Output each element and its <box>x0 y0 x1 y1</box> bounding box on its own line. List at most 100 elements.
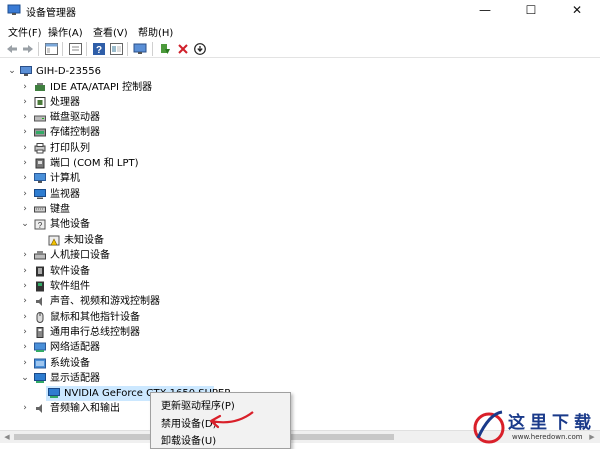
forward-arrow-icon[interactable] <box>20 41 36 57</box>
svg-text:?: ? <box>38 221 43 230</box>
tree-item-label: 音频输入和输出 <box>50 403 120 414</box>
chevron-right-icon[interactable]: › <box>20 157 30 169</box>
tree-item-ide[interactable]: › IDE ATA/ATAPI 控制器 <box>0 80 600 95</box>
uninstall-x-icon[interactable] <box>175 41 191 57</box>
audio-io-icon <box>36 404 42 413</box>
menu-action[interactable]: 操作(A) <box>48 24 83 39</box>
chevron-right-icon[interactable]: › <box>20 280 30 292</box>
tree-item-disk[interactable]: › 磁盘驱动器 <box>0 110 600 125</box>
console-tree-icon[interactable] <box>43 41 59 57</box>
chevron-right-icon[interactable]: › <box>20 402 30 414</box>
gpu-icon <box>48 388 60 398</box>
tree-item-usb[interactable]: › 通用串行总线控制器 <box>0 325 600 340</box>
tree-item-label: 键盘 <box>50 204 70 215</box>
ide-controller-icon <box>35 83 45 91</box>
tree-item-hid[interactable]: › 人机接口设备 <box>0 248 600 263</box>
chevron-right-icon[interactable]: › <box>20 96 30 108</box>
chevron-right-icon[interactable]: › <box>20 326 30 338</box>
menu-bar: 文件(F) 操作(A) 查看(V) 帮助(H) <box>0 21 600 39</box>
hid-icon <box>34 251 46 260</box>
system-device-icon <box>34 358 46 369</box>
menu-help[interactable]: 帮助(H) <box>138 24 173 39</box>
chevron-right-icon[interactable]: › <box>20 249 30 261</box>
tree-item-label: 通用串行总线控制器 <box>50 327 140 338</box>
scroll-left-icon[interactable]: ◀ <box>1 432 13 443</box>
tree-item-monitor[interactable]: › 监视器 <box>0 187 600 202</box>
tree-item-label: 磁盘驱动器 <box>50 112 100 123</box>
menu-view[interactable]: 查看(V) <box>93 24 128 39</box>
minimize-button[interactable]: — <box>462 0 508 20</box>
chevron-right-icon[interactable]: › <box>20 172 30 184</box>
watermark: 这里下载 www.heredown.com <box>468 404 600 449</box>
storage-controller-icon <box>34 128 46 137</box>
help-icon[interactable]: ? <box>91 41 107 57</box>
tree-item-label: 系统设备 <box>50 358 90 369</box>
tree-item-port[interactable]: › 端口 (COM 和 LPT) <box>0 156 600 171</box>
software-device-icon <box>36 266 44 277</box>
properties-icon[interactable] <box>67 41 83 57</box>
tree-item-keyboard[interactable]: › 键盘 <box>0 202 600 217</box>
tree-item-label: IDE ATA/ATAPI 控制器 <box>50 82 153 93</box>
watermark-url: www.heredown.com <box>512 433 583 441</box>
tree-item-label: 打印队列 <box>50 143 90 154</box>
chevron-right-icon[interactable]: › <box>20 311 30 323</box>
chevron-right-icon[interactable]: › <box>20 357 30 369</box>
show-hidden-icon[interactable] <box>108 41 124 57</box>
tree-item-computer[interactable]: › 计算机 <box>0 171 600 186</box>
tree-item-sound[interactable]: › 声音、视频和游戏控制器 <box>0 294 600 309</box>
chevron-right-icon[interactable]: › <box>20 295 30 307</box>
processor-icon <box>34 97 46 108</box>
tree-item-label: 鼠标和其他指针设备 <box>50 312 140 323</box>
tree-item-network[interactable]: › 网络适配器 <box>0 340 600 355</box>
chevron-right-icon[interactable]: › <box>20 203 30 215</box>
chevron-right-icon[interactable]: › <box>20 341 30 353</box>
tree-item-display[interactable]: ⌄ 显示适配器 <box>0 371 600 386</box>
svg-text:?: ? <box>96 45 102 55</box>
tree-item-label: 其他设备 <box>50 219 90 230</box>
close-button[interactable]: ✕ <box>554 0 600 20</box>
chevron-down-icon[interactable]: ⌄ <box>7 65 17 77</box>
tree-item-system[interactable]: › 系统设备 <box>0 356 600 371</box>
menu-file[interactable]: 文件(F) <box>8 24 42 39</box>
tree-root[interactable]: ⌄ GIH-D-23556 <box>0 64 600 79</box>
tree-item-processor[interactable]: › 处理器 <box>0 95 600 110</box>
chevron-right-icon[interactable]: › <box>20 188 30 200</box>
scan-hardware-icon[interactable] <box>132 41 148 57</box>
back-arrow-icon[interactable] <box>4 41 20 57</box>
maximize-button[interactable]: ☐ <box>508 0 554 20</box>
download-circle-icon[interactable] <box>192 41 208 57</box>
mouse-icon <box>36 312 44 323</box>
tree-item-other[interactable]: ⌄ ? 其他设备 <box>0 217 600 232</box>
tree-item-storage[interactable]: › 存储控制器 <box>0 125 600 140</box>
watermark-text: 这里下载 <box>508 413 596 433</box>
ctx-uninstall-device[interactable]: 卸载设备(U) <box>161 432 216 447</box>
chevron-right-icon[interactable]: › <box>20 126 30 138</box>
chevron-right-icon[interactable]: › <box>20 265 30 277</box>
usb-icon <box>36 327 44 338</box>
software-component-icon <box>36 281 44 292</box>
other-devices-icon: ? <box>34 219 46 230</box>
tree-item-software-device[interactable]: › 软件设备 <box>0 264 600 279</box>
chevron-down-icon[interactable]: ⌄ <box>20 372 30 384</box>
chevron-down-icon[interactable]: ⌄ <box>20 218 30 230</box>
toolbar: ? <box>0 40 600 58</box>
tree-item-unknown-device[interactable]: 未知设备 <box>0 233 600 248</box>
keyboard-icon <box>34 206 46 213</box>
update-driver-icon[interactable] <box>157 41 173 57</box>
tree-item-printer[interactable]: › 打印队列 <box>0 141 600 156</box>
chevron-right-icon[interactable]: › <box>20 142 30 154</box>
tree-item-mouse[interactable]: › 鼠标和其他指针设备 <box>0 310 600 325</box>
tree-item-software-component[interactable]: › 软件组件 <box>0 279 600 294</box>
tree-item-label: 人机接口设备 <box>50 250 110 261</box>
sound-icon <box>36 297 42 306</box>
toolbar-separator <box>152 42 153 56</box>
tree-item-label: 未知设备 <box>64 235 104 246</box>
window-title: 设备管理器 <box>26 8 76 19</box>
tree-item-nvidia[interactable]: NVIDIA GeForce GTX 1650 SUPER <box>0 386 600 401</box>
chevron-right-icon[interactable]: › <box>20 111 30 123</box>
computer-root-icon <box>20 66 32 76</box>
device-manager-icon <box>7 4 21 15</box>
disk-drive-icon <box>34 115 46 122</box>
chevron-right-icon[interactable]: › <box>20 81 30 93</box>
warning-icon <box>48 235 60 246</box>
